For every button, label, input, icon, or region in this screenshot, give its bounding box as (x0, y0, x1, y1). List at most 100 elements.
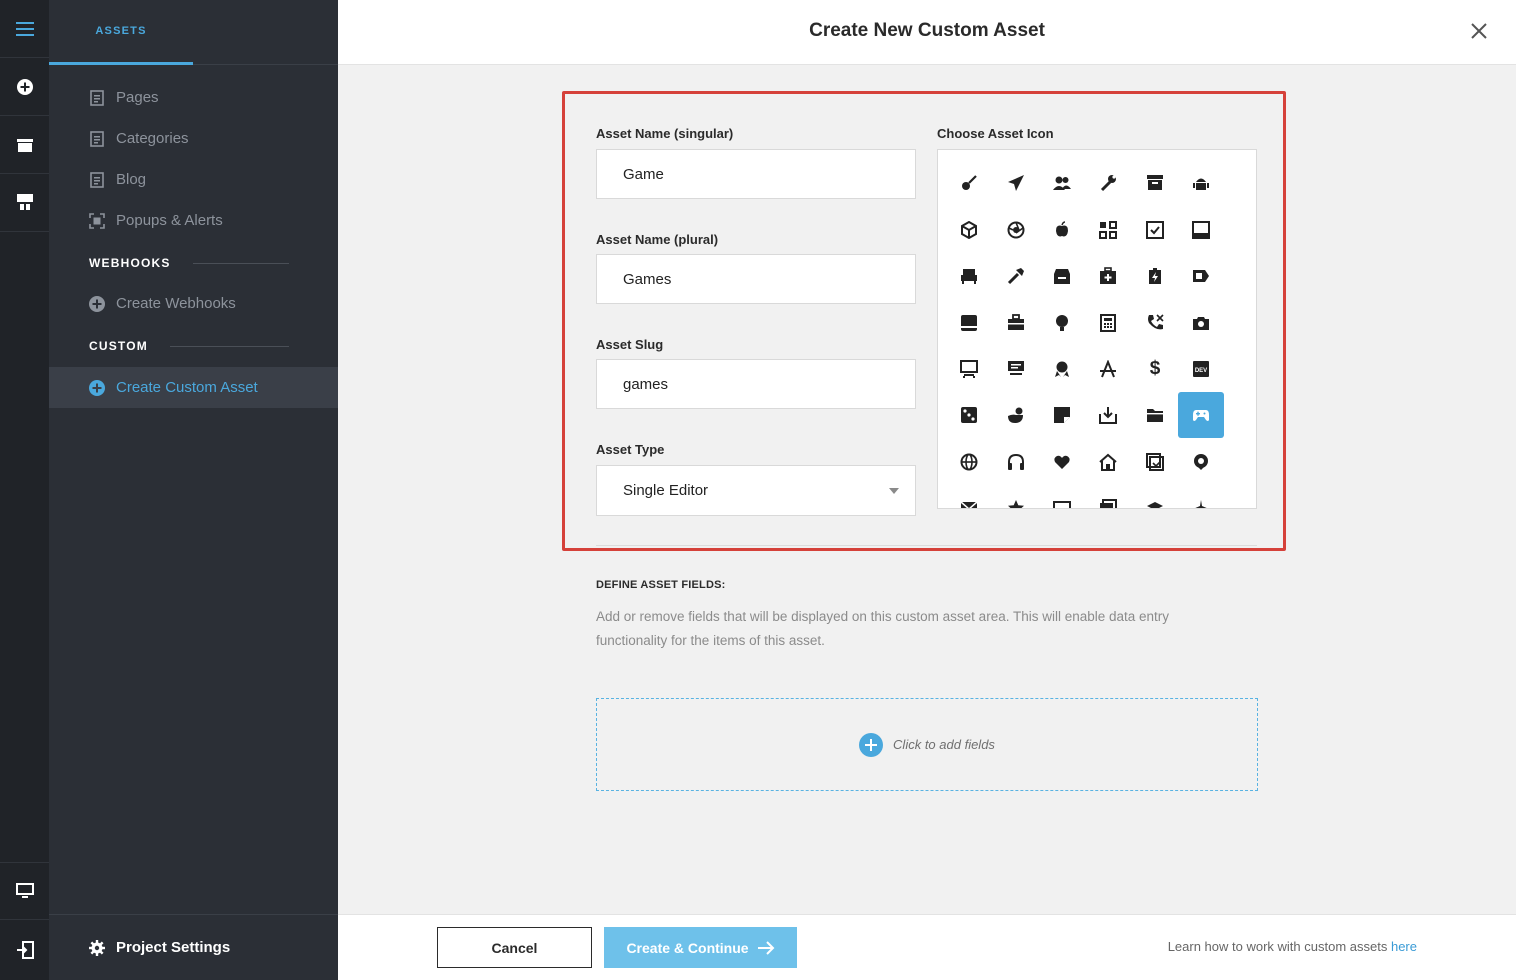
download-tray-icon[interactable] (1085, 392, 1131, 438)
sticky-note-icon[interactable] (1039, 392, 1085, 438)
headphones-icon[interactable] (993, 439, 1039, 485)
assets-button[interactable] (0, 116, 49, 174)
duck-icon[interactable] (993, 392, 1039, 438)
graduation-cap-icon[interactable] (1132, 485, 1178, 508)
book-icon[interactable] (946, 300, 992, 346)
dev-badge-icon[interactable]: DEV (1178, 346, 1224, 392)
icon-rail (0, 0, 49, 980)
tab-assets[interactable]: ASSETS (49, 0, 193, 65)
presentation-icon[interactable] (993, 346, 1039, 392)
apps-grid-icon[interactable] (1085, 207, 1131, 253)
wrench-icon[interactable] (1085, 160, 1131, 206)
gamepad-icon[interactable] (1178, 392, 1224, 438)
mail-icon[interactable] (946, 485, 992, 508)
sidebar-item-label: Create Webhooks (116, 295, 236, 312)
armchair-icon[interactable] (946, 253, 992, 299)
exit-button[interactable] (0, 921, 49, 979)
sidebar-item-categories[interactable]: Categories (49, 118, 338, 159)
add-button[interactable] (0, 58, 49, 116)
battery-tag-icon[interactable] (1178, 253, 1224, 299)
define-fields-heading: DEFINE ASSET FIELDS: (596, 579, 726, 591)
close-button[interactable] (1468, 20, 1490, 42)
sidebar-item-label: Create Custom Asset (116, 379, 258, 396)
create-continue-button[interactable]: Create & Continue (604, 927, 797, 968)
asset-name-plural-input[interactable] (596, 254, 916, 304)
heart-icon[interactable] (1039, 439, 1085, 485)
guitar-icon[interactable] (946, 160, 992, 206)
location-pin-icon[interactable] (1178, 439, 1224, 485)
sidebar-item-label: Blog (116, 171, 147, 188)
users-icon[interactable] (1039, 160, 1085, 206)
arrow-right-icon (757, 940, 774, 955)
project-settings-button[interactable]: Project Settings (49, 914, 338, 980)
asset-type-value: Single Editor (623, 482, 709, 499)
dice-icon[interactable] (946, 392, 992, 438)
app-store-icon[interactable] (1085, 346, 1131, 392)
sidebar-item-popups[interactable]: Popups & Alerts (49, 200, 338, 241)
modal-title: Create New Custom Asset (809, 20, 1045, 41)
plane-icon[interactable] (1178, 485, 1224, 508)
award-icon[interactable] (1039, 346, 1085, 392)
android-icon[interactable] (1178, 160, 1224, 206)
home-icon[interactable] (1085, 439, 1131, 485)
add-fields-dropzone[interactable]: Click to add fields (596, 698, 1258, 791)
sidebar-item-create-custom-asset[interactable]: Create Custom Asset (49, 367, 338, 408)
project-settings-label: Project Settings (116, 939, 231, 956)
page-icon (89, 171, 105, 188)
add-circle-icon (89, 379, 105, 396)
copy-icon[interactable] (1085, 485, 1131, 508)
tray-icon[interactable] (1178, 207, 1224, 253)
camera-icon[interactable] (1178, 300, 1224, 346)
menu-button[interactable] (0, 0, 49, 58)
add-circle-icon (16, 78, 33, 95)
briefcase-icon[interactable] (993, 300, 1039, 346)
modal-footer: Cancel Create & Continue Learn how to wo… (338, 914, 1516, 980)
icon-chooser-grid: $ DEV (937, 149, 1257, 509)
sidebar-item-create-webhooks[interactable]: Create Webhooks (49, 283, 338, 324)
icon-chooser-label: Choose Asset Icon (937, 126, 1054, 141)
sidebar-item-label: Categories (116, 130, 189, 147)
page-icon (89, 89, 105, 106)
asset-slug-input[interactable] (596, 359, 916, 409)
webhooks-heading: WEBHOOKS (89, 253, 289, 273)
phone-call-icon[interactable] (1132, 300, 1178, 346)
popup-icon (89, 212, 105, 229)
sidebar-item-pages[interactable]: Pages (49, 77, 338, 118)
sidebar-item-label: Popups & Alerts (116, 212, 223, 229)
asset-name-singular-input[interactable] (596, 149, 916, 199)
folder-icon[interactable] (1132, 392, 1178, 438)
message-icon[interactable] (1039, 485, 1085, 508)
checkbox-icon[interactable] (1132, 207, 1178, 253)
add-circle-icon (89, 295, 105, 312)
templates-button[interactable] (0, 174, 49, 232)
modal-header: Create New Custom Asset (338, 0, 1516, 65)
archive-box-icon[interactable] (1039, 253, 1085, 299)
paper-plane-icon[interactable] (993, 160, 1039, 206)
add-fields-label: Click to add fields (893, 737, 995, 752)
page-icon (89, 130, 105, 147)
slug-label: Asset Slug (596, 337, 664, 352)
asset-type-select[interactable]: Single Editor (596, 465, 916, 516)
battery-charge-icon[interactable] (1132, 253, 1178, 299)
lightbulb-icon[interactable] (1039, 300, 1085, 346)
aperture-icon[interactable] (993, 207, 1039, 253)
cube-icon[interactable] (946, 207, 992, 253)
cancel-button[interactable]: Cancel (437, 927, 592, 968)
preview-button[interactable] (0, 862, 49, 920)
star-icon[interactable] (993, 485, 1039, 508)
hammer-icon[interactable] (993, 253, 1039, 299)
learn-more-text: Learn how to work with custom assets her… (1167, 939, 1417, 954)
create-continue-label: Create & Continue (626, 939, 749, 956)
dollar-icon[interactable]: $ (1132, 346, 1178, 392)
sidebar-item-blog[interactable]: Blog (49, 159, 338, 200)
template-icon (16, 193, 33, 210)
learn-more-link[interactable]: here (1391, 939, 1417, 954)
inbox-box-icon[interactable] (1132, 160, 1178, 206)
apple-icon[interactable] (1039, 207, 1085, 253)
globe-icon[interactable] (946, 439, 992, 485)
image-gallery-icon[interactable] (1132, 439, 1178, 485)
custom-heading: CUSTOM (89, 336, 289, 356)
monitor-icon[interactable] (946, 346, 992, 392)
medkit-icon[interactable] (1085, 253, 1131, 299)
calculator-icon[interactable] (1085, 300, 1131, 346)
